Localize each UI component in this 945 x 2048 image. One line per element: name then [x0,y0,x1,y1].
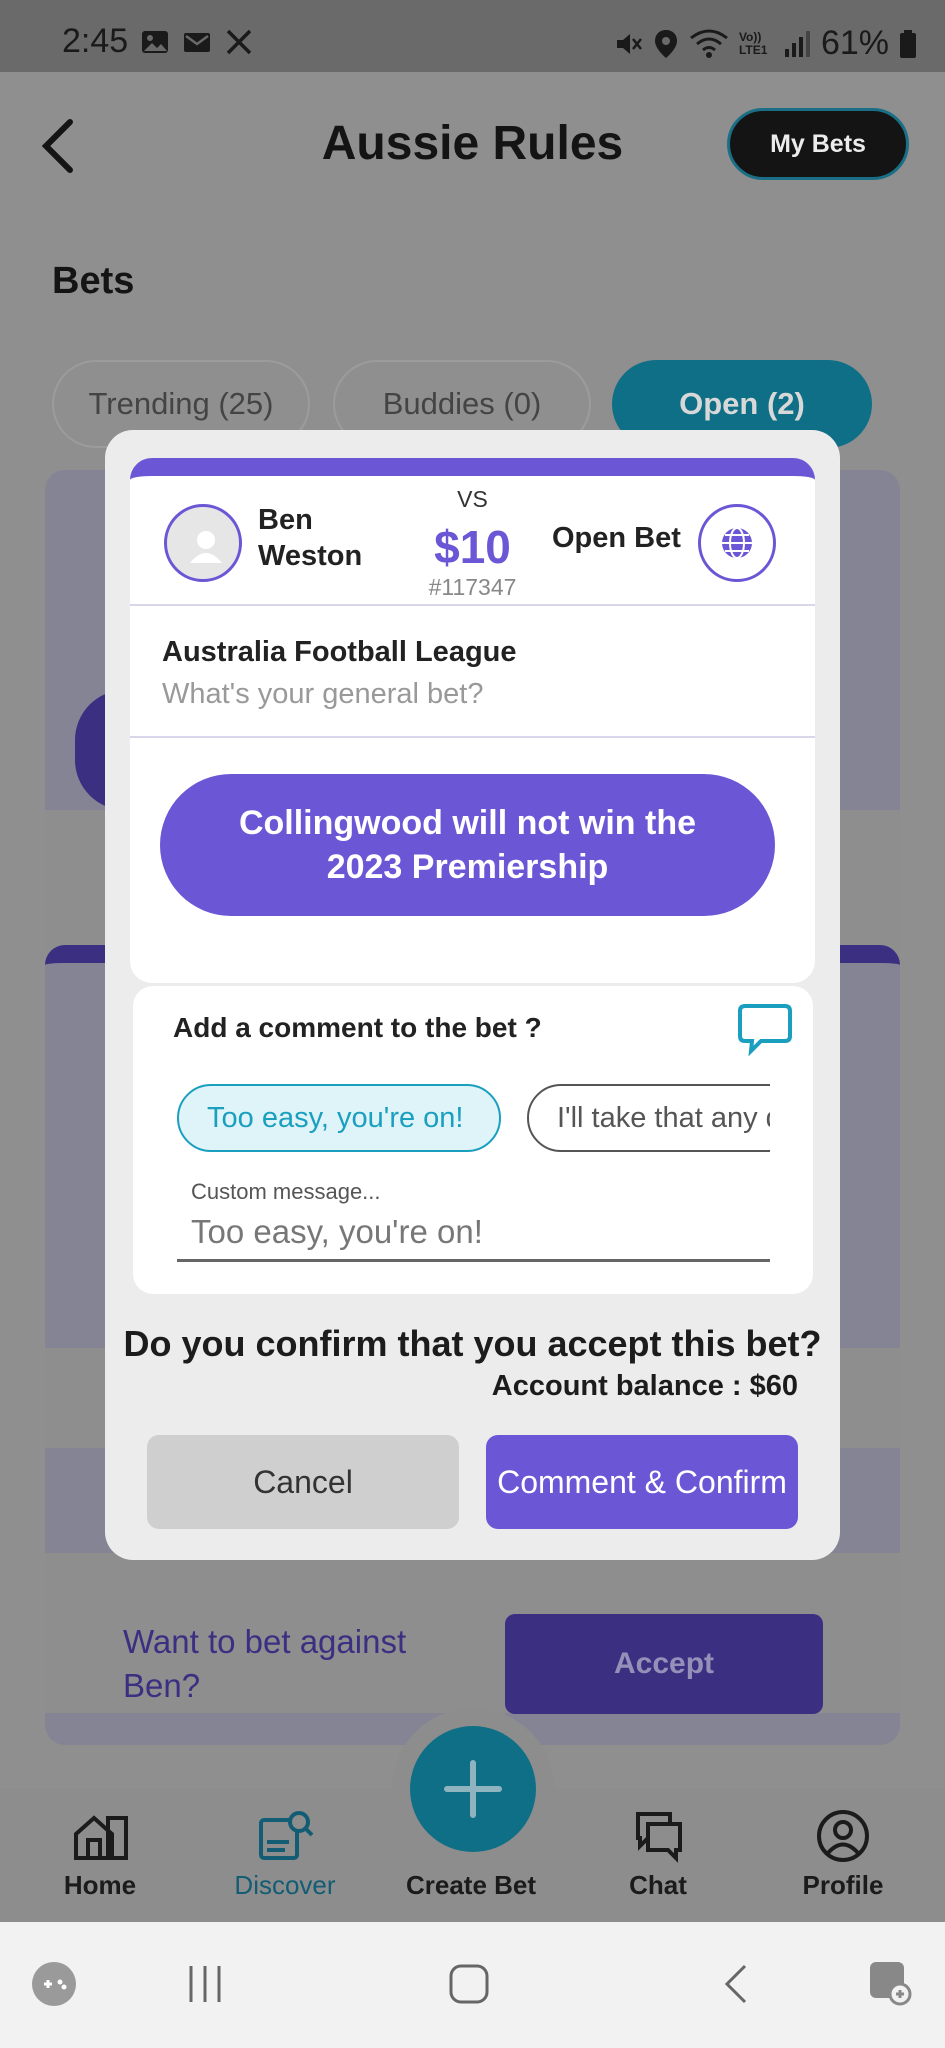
globe-icon [722,527,752,559]
recent-apps-icon[interactable] [183,1962,227,2006]
league-section: Australia Football League What's your ge… [130,606,815,738]
account-balance: Account balance : $60 [491,1370,798,1402]
plus-icon [444,1760,502,1818]
wifi-icon [690,29,728,58]
create-bet-button[interactable] [410,1726,536,1852]
bet-question: What's your general bet? [162,678,484,710]
quick-comment-chips: Too easy, you're on! I'll take that any … [177,1084,770,1154]
nav-profile[interactable]: Profile [763,1808,923,1901]
my-bets-button[interactable]: My Bets [727,108,909,180]
nav-label: Create Bet [405,1870,537,1900]
status-bar: 2:45 Vo)) LTE1 61% [0,0,945,72]
opponent-label: Open Bet [552,522,681,554]
system-back-icon[interactable] [715,1962,759,2006]
signal-icon [784,30,810,57]
want-to-bet-text: Want to bet against Ben? [123,1623,407,1704]
home-button-icon[interactable] [447,1962,491,2006]
confirm-question: Do you confirm that you accept this bet? [123,1323,822,1364]
nav-home[interactable]: Home [20,1808,180,1901]
comment-bubble-icon[interactable] [737,1002,793,1056]
mail-icon [184,33,210,52]
home-icon [74,1815,128,1860]
nav-chat[interactable]: Chat [578,1808,738,1901]
battery-icon [900,29,916,58]
bet-summary-card: Ben Weston VS $10 #117347 Open Bet Austr… [130,458,815,983]
accept-bet-modal: Ben Weston VS $10 #117347 Open Bet Austr… [105,430,840,1560]
system-nav-bar [0,1922,945,2048]
battery-percent: 61% [820,24,889,62]
bet-statement: Collingwood will not win the 2023 Premie… [160,774,775,916]
league-name: Australia Football League [162,636,517,668]
quick-comment-chip[interactable]: I'll take that any da [527,1084,770,1152]
comment-card: Add a comment to the bet ? Too easy, you… [133,986,813,1294]
nav-label: Chat [629,1870,687,1900]
status-notification-icons [140,28,254,56]
cancel-button[interactable]: Cancel [147,1435,459,1529]
bets-heading: Bets [52,260,135,302]
x-logo-icon [226,29,252,55]
globe-avatar [698,504,776,582]
location-icon [654,29,677,58]
app-header: Aussie Rules My Bets [0,72,945,220]
comment-title: Add a comment to the bet ? [173,1012,542,1043]
vs-label: VS [457,486,488,512]
image-icon [142,31,168,53]
game-launcher-icon[interactable] [30,1960,78,2008]
chat-icon [636,1812,682,1863]
custom-message-input[interactable] [177,1204,770,1262]
quick-comment-chip[interactable]: Too easy, you're on! [177,1084,501,1152]
status-right-icons: Vo)) LTE1 61% [613,24,917,63]
profile-icon [817,1810,869,1862]
assistant-icon[interactable] [866,1958,916,2008]
nav-label: Discover [234,1870,336,1900]
nav-discover[interactable]: Discover [205,1808,365,1901]
volte-icon: Vo)) LTE1 [738,29,768,57]
bet-id: #117347 [428,574,517,600]
discover-icon [259,1811,314,1860]
status-time: 2:45 [62,22,129,60]
bet-participants-row: Ben Weston VS $10 #117347 Open Bet [130,476,815,606]
nav-label: Profile [802,1870,884,1900]
comment-confirm-button[interactable]: Comment & Confirm [486,1435,798,1529]
nav-label: Home [63,1870,137,1900]
mute-icon [616,33,642,54]
accept-button[interactable]: Accept [505,1614,823,1714]
custom-message-label: Custom message... [191,1179,381,1204]
